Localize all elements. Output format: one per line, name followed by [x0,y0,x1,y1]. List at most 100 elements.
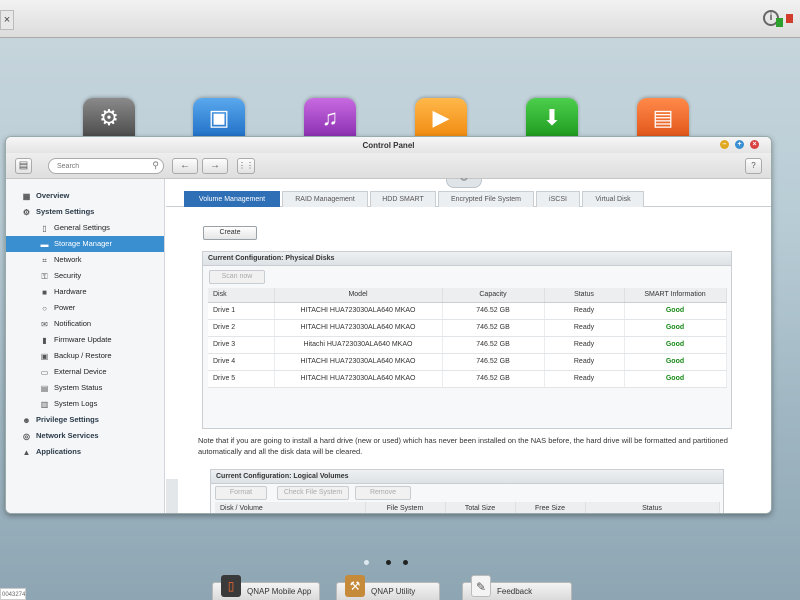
download-station-icon[interactable]: ⬇ [526,98,578,138]
column-header-status[interactable]: Status [544,288,625,303]
search-input[interactable] [57,159,153,173]
status-red-icon [786,14,793,23]
table-row[interactable]: Drive 1 HITACHI HUA723030ALA640 MKAO 746… [208,302,727,320]
sidebar-item-privilege-settings[interactable]: ☻ Privilege Settings [6,412,164,428]
sidebar-item-overview[interactable]: ▦ Overview [6,188,164,204]
window-title: Control Panel [362,141,415,150]
logical-volumes-title: Current Configuration: Logical Volumes [211,470,723,484]
status-cell: Ready [544,302,625,320]
check-file-system-button[interactable]: Check File System [277,486,349,500]
sidebar-item-notification[interactable]: ✉ Notification [6,316,164,332]
window-titlebar: Control Panel – + × [6,137,771,153]
sidebar-item-power[interactable]: ○ Power [6,300,164,316]
column-header-disk[interactable]: Disk [208,288,275,303]
utility-icon: ⚒ [345,575,365,597]
storage-icon: ▬ [40,239,49,249]
dock-label: QNAP Utility [371,587,416,596]
window-toolbar: ▤ ⚲ ← → ⋮⋮ ? [6,153,771,179]
apps-grid-icon[interactable]: ⋮⋮ [237,158,255,174]
tab-iscsi[interactable]: iSCSI [536,191,580,207]
remove-button[interactable]: Remove [355,486,411,500]
page-dot[interactable] [403,560,408,565]
help-button[interactable]: ? [745,158,762,174]
sidebar-item-system-logs[interactable]: ▥ System Logs [6,396,164,412]
disk-cell: Drive 3 [208,336,275,354]
sidebar-item-firmware-update[interactable]: ▮ Firmware Update [6,332,164,348]
tab-virtual-disk[interactable]: Virtual Disk [582,191,644,207]
column-header-total-size[interactable]: Total Size [445,502,516,513]
create-button[interactable]: Create [203,226,257,240]
table-row[interactable]: Drive 2 HITACHI HUA723030ALA640 MKAO 746… [208,319,727,337]
music-station-icon[interactable]: ♫ [304,98,356,138]
column-header-volume-status[interactable]: Status [585,502,720,513]
hardware-icon: ■ [42,287,47,297]
logical-volumes-table: Disk / Volume File System Total Size Fre… [215,502,720,513]
collapse-chevron-icon[interactable]: ︾ [446,179,482,188]
table-row[interactable]: Drive 5 HITACHI HUA723030ALA640 MKAO 746… [208,370,727,388]
control-panel-icon[interactable]: ⚙ [83,98,135,138]
dock-item-qnap-mobile-app[interactable]: ▯ QNAP Mobile App [212,575,320,600]
physical-disks-title: Current Configuration: Physical Disks [203,252,731,266]
status-cell: Ready [544,319,625,337]
capacity-cell: 746.52 GB [442,353,545,371]
sidebar-item-hardware[interactable]: ■ Hardware [6,284,164,300]
sidebar-item-applications[interactable]: ▲ Applications [6,444,164,460]
smart-cell[interactable]: Good [624,302,727,320]
logical-volumes-panel: Current Configuration: Logical Volumes F… [210,469,724,513]
file-station-icon[interactable]: ▤ [637,98,689,138]
format-button[interactable]: Format [215,486,267,500]
sidebar-item-system-settings[interactable]: ⚙ System Settings [6,204,164,220]
table-row[interactable]: Drive 4 HITACHI HUA723030ALA640 MKAO 746… [208,353,727,371]
smart-cell[interactable]: Good [624,370,727,388]
forward-button[interactable]: → [202,158,228,174]
column-header-free-size[interactable]: Free Size [515,502,586,513]
mail-icon: ✉ [41,319,48,329]
smart-cell[interactable]: Good [624,353,727,371]
page-dot[interactable] [364,560,369,565]
scan-now-button[interactable]: Scan now [209,270,265,284]
sidebar-item-general-settings[interactable]: ▯ General Settings [6,220,164,236]
tab-hdd-smart[interactable]: HDD SMART [370,191,436,207]
smart-cell[interactable]: Good [624,336,727,354]
column-header-file-system[interactable]: File System [365,502,446,513]
dock-item-qnap-utility[interactable]: ⚒ QNAP Utility [336,575,440,600]
sidebar-item-security[interactable]: ⚿ Security [6,268,164,284]
model-cell: HITACHI HUA723030ALA640 MKAO [274,319,443,337]
disk-cell: Drive 1 [208,302,275,320]
logs-icon: ▥ [40,399,49,409]
close-icon[interactable]: × [750,140,759,149]
main-content: ︾ Volume Management RAID Management HDD … [166,179,771,513]
dock-item-feedback[interactable]: ✎ Feedback [462,575,572,600]
table-row[interactable]: Drive 3 Hitachi HUA723030ALA640 MKAO 746… [208,336,727,354]
physical-disks-panel: Current Configuration: Physical Disks Sc… [202,251,732,429]
sidebar-item-storage-manager[interactable]: ▬ Storage Manager [6,236,164,252]
model-cell: HITACHI HUA723030ALA640 MKAO [274,302,443,320]
status-icon: ▤ [40,383,49,393]
sidebar-item-network[interactable]: ⌗ Network [6,252,164,268]
capacity-cell: 746.52 GB [442,319,545,337]
column-header-smart-information[interactable]: SMART Information [624,288,727,303]
close-tab-icon[interactable]: × [0,10,14,30]
sidebar-item-backup-restore[interactable]: ▣ Backup / Restore [6,348,164,364]
smart-cell[interactable]: Good [624,319,727,337]
minimize-icon[interactable]: – [720,140,729,149]
capacity-cell: 746.52 GB [442,336,545,354]
page-dot-active[interactable] [386,560,391,565]
photo-station-icon[interactable]: ▣ [193,98,245,138]
sidebar-item-system-status[interactable]: ▤ System Status [6,380,164,396]
back-button[interactable]: ← [172,158,198,174]
tab-raid-management[interactable]: RAID Management [282,191,368,207]
maximize-icon[interactable]: + [735,140,744,149]
sidebar-item-network-services[interactable]: ◎ Network Services [6,428,164,444]
column-header-disk-volume[interactable]: Disk / Volume [215,502,366,513]
mobile-app-icon: ▯ [221,575,241,597]
browser-top-bar: × i [0,0,800,38]
video-station-icon[interactable]: ▶ [415,98,467,138]
tab-encrypted-file-system[interactable]: Encrypted File System [438,191,534,207]
search-icon[interactable]: ⚲ [152,160,159,171]
sidebar-item-external-device[interactable]: ▭ External Device [6,364,164,380]
sidebar-toggle-icon[interactable]: ▤ [15,158,32,174]
column-header-model[interactable]: Model [274,288,443,303]
tab-volume-management[interactable]: Volume Management [184,191,280,207]
column-header-capacity[interactable]: Capacity [442,288,545,303]
